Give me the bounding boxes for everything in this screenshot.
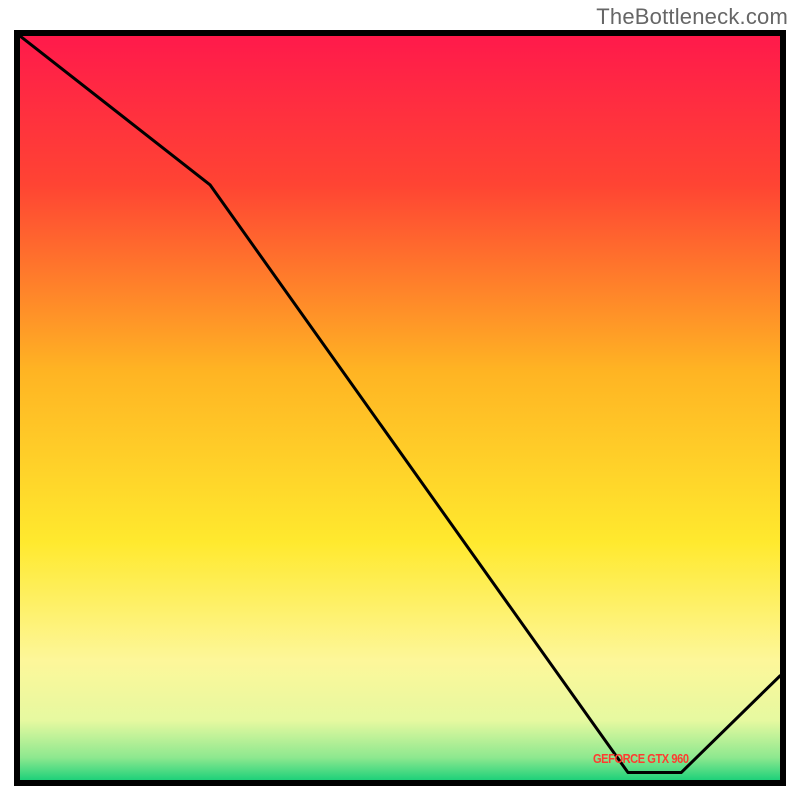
chart-stage: TheBottleneck.com GEFORCE GTX 960	[0, 0, 800, 800]
curve-path	[20, 36, 780, 773]
attribution-label: TheBottleneck.com	[596, 4, 788, 30]
plot-frame: GEFORCE GTX 960	[14, 30, 786, 786]
curve-layer	[20, 36, 780, 780]
marker-label: GEFORCE GTX 960	[593, 751, 689, 766]
